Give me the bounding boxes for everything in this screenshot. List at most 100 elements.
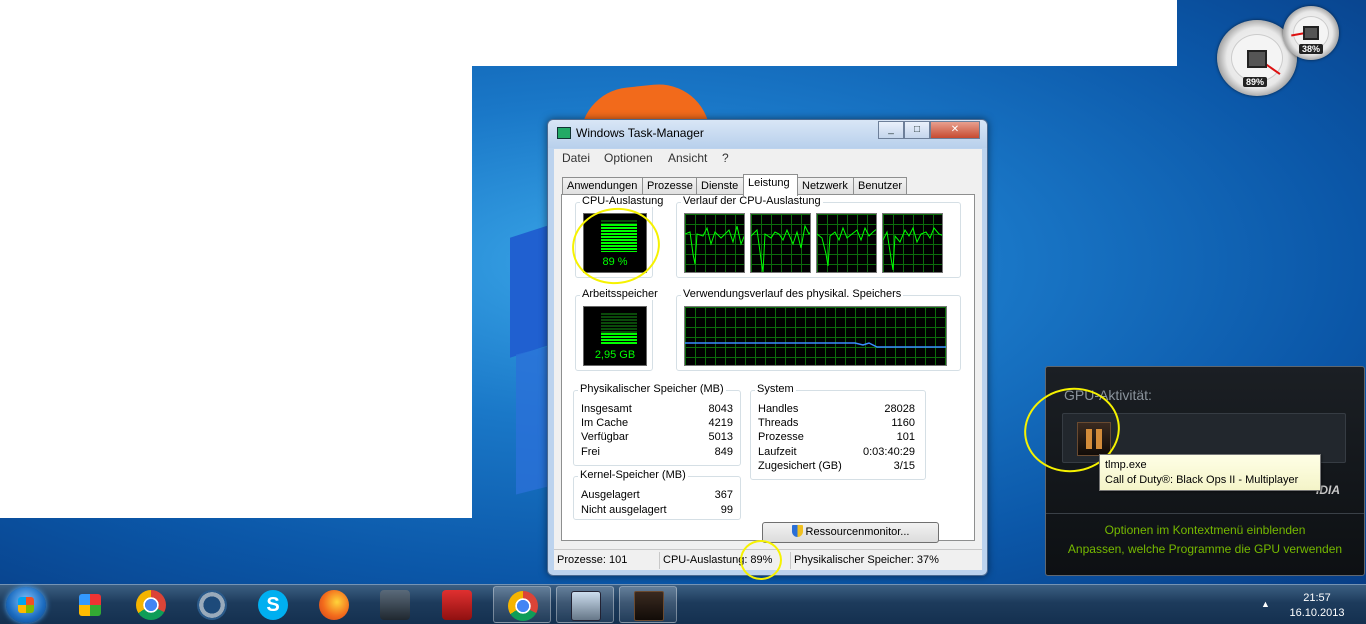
taskbar: S ▲ 21:57 16.10.2013 — [0, 584, 1366, 624]
memory-history-group: Verwendungsverlauf des physikal. Speiche… — [676, 288, 961, 371]
minimize-button[interactable]: _ — [878, 121, 904, 139]
chrome-icon — [508, 591, 538, 621]
stat-label: Laufzeit — [758, 446, 797, 458]
menu-optionen[interactable]: Optionen — [604, 151, 653, 165]
divider — [1046, 513, 1364, 514]
taskbar-steam[interactable] — [366, 586, 424, 623]
taskbar-chrome-window[interactable] — [493, 586, 551, 623]
desktop: 89% 38% Windows Task-Manager _ □ ✕ Datei… — [0, 0, 1366, 584]
tab-dienste[interactable]: Dienste — [696, 177, 744, 195]
clock-date: 16.10.2013 — [1289, 607, 1345, 619]
app-grid-icon — [79, 594, 101, 616]
memory-history-graph — [684, 306, 947, 366]
cpu-history-graph-core-3 — [816, 213, 877, 273]
tooltip-process-name: tlmp.exe — [1105, 459, 1147, 471]
stat-value: 5013 — [708, 431, 733, 443]
tab-prozesse[interactable]: Prozesse — [642, 177, 697, 195]
white-area-left — [0, 66, 472, 518]
task-manager-window: Windows Task-Manager _ □ ✕ Datei Optione… — [547, 119, 988, 576]
firefox-icon — [319, 590, 349, 620]
memory-history-title: Verwendungsverlauf des physikal. Speiche… — [681, 288, 904, 300]
stat-label: Threads — [758, 417, 799, 429]
stat-value: 849 — [714, 446, 733, 458]
resource-monitor-button[interactable]: Ressourcenmonitor... — [762, 522, 939, 543]
stat-value: 367 — [714, 489, 733, 501]
stat-label: Insgesamt — [581, 403, 632, 415]
stat-label: Verfügbar — [581, 431, 629, 443]
show-hidden-icons-arrow[interactable]: ▲ — [1261, 599, 1270, 609]
memory-meter: 2,95 GB — [583, 306, 647, 366]
memory-value: 2,95 GB — [594, 349, 636, 361]
mp3-icon — [442, 590, 472, 620]
stat-value: 28028 — [884, 403, 915, 415]
stat-value: 0:03:40:29 — [863, 446, 915, 458]
cpu-history-group: Verlauf der CPU-Auslastung — [676, 195, 961, 278]
menu-bar: Datei Optionen Ansicht ? — [554, 149, 982, 167]
cpu-history-title: Verlauf der CPU-Auslastung — [681, 195, 823, 207]
uac-shield-icon — [791, 525, 803, 537]
stat-value: 101 — [896, 431, 915, 443]
tab-leistung[interactable]: Leistung — [743, 174, 798, 196]
taskbar-task-manager[interactable] — [556, 586, 614, 623]
kernel-memory-group: Kernel-Speicher (MB) Ausgelagert 367 Nic… — [573, 469, 741, 520]
cpu-history-graph-core-4 — [882, 213, 943, 273]
start-button[interactable] — [6, 587, 46, 623]
window-title: Windows Task-Manager — [576, 126, 704, 140]
stat-value: 8043 — [708, 403, 733, 415]
taskbar-mp3[interactable] — [428, 586, 486, 623]
tab-netzwerk[interactable]: Netzwerk — [797, 177, 854, 195]
stat-label: Ausgelagert — [581, 489, 640, 501]
memory-meter-bars — [601, 333, 637, 345]
taskbar-firefox[interactable] — [305, 586, 363, 623]
menu-ansicht[interactable]: Ansicht — [668, 151, 707, 165]
taskbar-skype[interactable]: S — [244, 586, 302, 623]
black-ops-icon — [634, 591, 664, 621]
menu-datei[interactable]: Datei — [562, 151, 590, 165]
annotation-circle-status-cpu — [740, 540, 782, 580]
system-group: System Handles 28028 Threads 1160 Prozes… — [750, 383, 926, 480]
memory-group: Arbeitsspeicher 2,95 GB — [575, 288, 660, 371]
stat-label: Nicht ausgelagert — [581, 504, 667, 516]
steam-icon — [380, 590, 410, 620]
stat-value: 3/15 — [893, 460, 915, 472]
chrome-icon — [136, 590, 166, 620]
kernel-memory-title: Kernel-Speicher (MB) — [578, 469, 688, 481]
task-manager-icon — [557, 127, 571, 139]
menu-help[interactable]: ? — [722, 151, 729, 165]
tooltip-app-title: Call of Duty®: Black Ops II - Multiplaye… — [1105, 474, 1299, 486]
stat-value: 99 — [720, 504, 733, 516]
resource-monitor-label: Ressourcenmonitor... — [805, 526, 910, 538]
cpu-history-graph-core-1 — [684, 213, 745, 273]
gadget-cpu-percent: 89% — [1243, 77, 1268, 87]
status-processes: Prozesse: 101 — [554, 552, 660, 569]
cpu-history-graph-core-2 — [750, 213, 811, 273]
status-memory: Physikalischer Speicher: 37% — [794, 554, 939, 566]
cpu-usage-title: CPU-Auslastung — [580, 195, 666, 207]
stat-label: Handles — [758, 403, 799, 415]
tab-benutzer[interactable]: Benutzer — [853, 177, 907, 195]
stat-label: Frei — [581, 446, 600, 458]
title-bar[interactable]: Windows Task-Manager _ □ ✕ — [548, 120, 987, 148]
system-clock[interactable]: 21:57 16.10.2013 — [1282, 591, 1352, 621]
clock-time: 21:57 — [1303, 592, 1331, 604]
task-manager-icon — [571, 591, 601, 621]
app-tooltip: tlmp.exe Call of Duty®: Black Ops II - M… — [1099, 454, 1321, 491]
taskbar-chrome[interactable] — [122, 586, 180, 623]
show-in-context-menu-link[interactable]: Optionen im Kontextmenü einblenden — [1046, 523, 1364, 537]
tab-anwendungen[interactable]: Anwendungen — [562, 177, 643, 195]
physical-memory-title: Physikalischer Speicher (MB) — [578, 383, 726, 395]
physical-memory-group: Physikalischer Speicher (MB) Insgesamt 8… — [573, 383, 741, 466]
teamspeak-icon — [197, 590, 227, 620]
close-button[interactable]: ✕ — [930, 121, 980, 139]
stat-label: Prozesse — [758, 431, 804, 443]
stat-label: Im Cache — [581, 417, 629, 429]
maximize-button[interactable]: □ — [904, 121, 930, 139]
taskbar-app-grid[interactable] — [61, 586, 119, 623]
windows-flag-icon — [18, 597, 34, 613]
taskbar-black-ops[interactable] — [619, 586, 677, 623]
system-title: System — [755, 383, 796, 395]
taskbar-teamspeak[interactable] — [183, 586, 241, 623]
customize-gpu-programs-link[interactable]: Anpassen, welche Programme die GPU verwe… — [1046, 542, 1364, 556]
gadget-memory-percent: 38% — [1299, 44, 1324, 54]
memory-gauge-gadget[interactable]: 38% — [1283, 6, 1339, 60]
